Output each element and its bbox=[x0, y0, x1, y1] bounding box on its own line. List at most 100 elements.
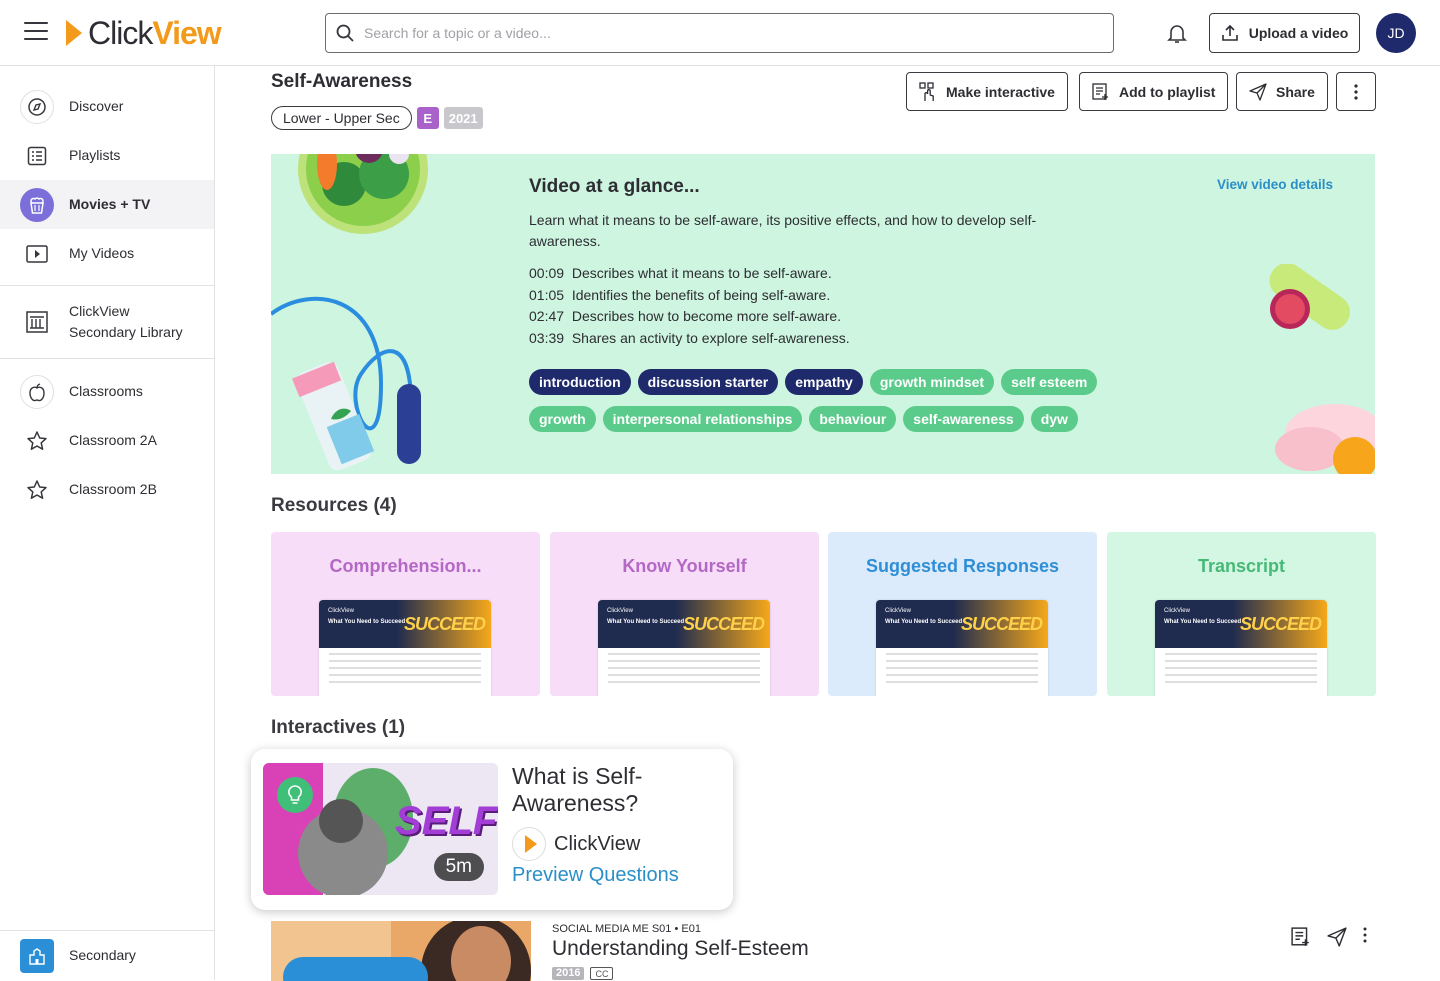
tag-chip[interactable]: self esteem bbox=[1001, 369, 1098, 395]
video-at-a-glance-panel: Video at a glance... View video details … bbox=[271, 154, 1375, 474]
school-icon bbox=[20, 938, 54, 973]
episode-actions bbox=[1291, 927, 1371, 947]
clickview-play-icon bbox=[512, 827, 546, 861]
bell-icon[interactable] bbox=[1165, 21, 1189, 45]
resource-card-comprehension[interactable]: Comprehension... ClickView What You Need … bbox=[271, 532, 540, 696]
more-vertical-icon bbox=[1354, 83, 1358, 100]
glance-heading: Video at a glance... bbox=[529, 176, 700, 197]
list-icon bbox=[20, 139, 54, 173]
year-badge: 2016 bbox=[552, 967, 585, 980]
sidebar-divider bbox=[0, 285, 214, 286]
tag-chip[interactable]: empathy bbox=[785, 369, 863, 395]
resource-card-know-yourself[interactable]: Know Yourself ClickView What You Need to … bbox=[550, 532, 819, 696]
interactive-brand: ClickView bbox=[512, 827, 640, 861]
tag-chip[interactable]: behaviour bbox=[809, 406, 897, 432]
skipping-rope-illustration bbox=[271, 296, 421, 471]
sidebar-item-my-videos[interactable]: My Videos bbox=[0, 229, 214, 278]
page-title: Self-Awareness bbox=[271, 71, 413, 92]
resource-card-suggested-responses[interactable]: Suggested Responses ClickView What You Ne… bbox=[828, 532, 1097, 696]
episode-meta: SOCIAL MEDIA ME S01 • E01 bbox=[552, 923, 701, 935]
chapter-item[interactable]: 00:09 Describes what it means to be self… bbox=[529, 263, 850, 285]
video-badges: Lower - Upper Sec E 2021 bbox=[271, 106, 483, 130]
library-icon bbox=[20, 305, 54, 339]
resource-title: Transcript bbox=[1197, 556, 1286, 576]
main-content: Self-Awareness Lower - Upper Sec E 2021 … bbox=[215, 66, 1440, 981]
chapter-item[interactable]: 03:39 Shares an activity to explore self… bbox=[529, 328, 850, 350]
interactives-heading: Interactives (1) bbox=[271, 717, 406, 738]
search-icon bbox=[336, 24, 354, 42]
upload-video-button[interactable]: Upload a video bbox=[1209, 13, 1360, 53]
resource-title: Know Yourself bbox=[622, 556, 747, 576]
view-video-details-link[interactable]: View video details bbox=[1217, 177, 1333, 192]
document-preview: ClickView What You Need to Succeed SUCCEED bbox=[319, 600, 491, 696]
avatar[interactable]: JD bbox=[1376, 13, 1416, 53]
tag-chip[interactable]: introduction bbox=[529, 369, 631, 395]
tag-row-1: introduction discussion starter empathy … bbox=[529, 369, 1098, 395]
episode-title[interactable]: Understanding Self-Esteem bbox=[552, 937, 809, 961]
interactive-thumbnail: SELF 5m bbox=[263, 763, 498, 895]
playlist-add-icon bbox=[1092, 82, 1108, 100]
more-vertical-icon[interactable] bbox=[1363, 927, 1371, 947]
search-input[interactable] bbox=[364, 25, 1113, 41]
episode-row[interactable]: SOCIAL MEDIA ME S01 • E01 Understanding … bbox=[271, 921, 1375, 981]
duration-badge: 5m bbox=[433, 853, 484, 881]
resource-title: Comprehension... bbox=[329, 556, 482, 576]
sidebar-item-label: Discover bbox=[69, 98, 124, 114]
episode-badges: 2016 CC bbox=[552, 967, 614, 980]
sidebar-item-secondary[interactable]: Secondary bbox=[0, 931, 214, 980]
sidebar-item-classroom-2b[interactable]: Classroom 2B bbox=[0, 465, 214, 514]
add-to-playlist-button[interactable]: Add to playlist bbox=[1079, 72, 1229, 111]
episode-thumbnail[interactable] bbox=[271, 921, 531, 981]
sidebar-item-movies-tv[interactable]: Movies + TV bbox=[0, 180, 214, 229]
upload-icon bbox=[1221, 24, 1238, 41]
send-icon[interactable] bbox=[1327, 927, 1347, 947]
resource-card-transcript[interactable]: Transcript ClickView What You Need to Suc… bbox=[1107, 532, 1376, 696]
sidebar-divider bbox=[0, 358, 214, 359]
rating-badge: E bbox=[416, 107, 439, 129]
send-icon bbox=[1249, 82, 1267, 101]
sidebar-item-label: ClickView Secondary Library bbox=[69, 303, 183, 340]
share-button[interactable]: Share bbox=[1236, 72, 1328, 111]
play-square-icon bbox=[20, 237, 54, 271]
sidebar-item-secondary-library[interactable]: ClickView Secondary Library bbox=[0, 296, 214, 348]
sidebar-item-classroom-2a[interactable]: Classroom 2A bbox=[0, 416, 214, 465]
star-icon bbox=[20, 473, 54, 507]
chapter-list: 00:09 Describes what it means to be self… bbox=[529, 263, 850, 349]
chapter-item[interactable]: 01:05 Identifies the benefits of being s… bbox=[529, 285, 850, 307]
popcorn-icon bbox=[20, 187, 54, 222]
tag-chip[interactable]: dyw bbox=[1030, 406, 1078, 432]
top-bar: ClickView Upload a video JD bbox=[0, 0, 1440, 66]
tag-row-2: growth interpersonal relationships behav… bbox=[529, 406, 1078, 432]
video-description: Learn what it means to be self-aware, it… bbox=[529, 212, 1037, 249]
document-preview: ClickView What You Need to Succeed SUCCEED bbox=[598, 600, 770, 696]
sidebar-item-discover[interactable]: Discover bbox=[0, 82, 214, 131]
tag-chip[interactable]: interpersonal relationships bbox=[602, 406, 803, 432]
tag-chip[interactable]: growth mindset bbox=[869, 369, 995, 395]
lightbulb-icon bbox=[277, 777, 313, 813]
search-bar[interactable] bbox=[325, 13, 1114, 53]
preview-questions-link[interactable]: Preview Questions bbox=[512, 864, 679, 887]
clickview-logo[interactable]: Click View bbox=[66, 15, 222, 51]
closed-captions-badge: CC bbox=[590, 967, 614, 980]
year-badge: 2021 bbox=[443, 107, 483, 129]
menu-icon[interactable] bbox=[24, 22, 48, 42]
sidebar-item-label: Playlists bbox=[69, 147, 121, 163]
flower-illustration bbox=[1269, 264, 1375, 474]
tag-chip[interactable]: self-awareness bbox=[903, 406, 1024, 432]
more-options-button[interactable] bbox=[1336, 72, 1376, 111]
playlist-add-icon[interactable] bbox=[1291, 927, 1311, 947]
chapter-item[interactable]: 02:47 Describes how to become more self-… bbox=[529, 306, 850, 328]
tag-chip[interactable]: discussion starter bbox=[637, 369, 779, 395]
sidebar-item-classrooms[interactable]: Classrooms bbox=[0, 367, 214, 416]
tag-chip[interactable]: growth bbox=[529, 406, 596, 432]
apple-icon bbox=[20, 374, 54, 409]
sidebar-item-label: Classroom 2A bbox=[69, 432, 157, 448]
sidebar-item-label: Classroom 2B bbox=[69, 481, 157, 497]
logo-play-icon bbox=[66, 20, 82, 46]
interactive-card[interactable]: SELF 5m What is Self-Awareness? ClickVie… bbox=[251, 749, 733, 910]
star-icon bbox=[20, 424, 54, 458]
sidebar: Discover Playlists Movies + TV My Videos… bbox=[0, 66, 215, 980]
make-interactive-button[interactable]: Make interactive bbox=[906, 72, 1068, 111]
interactive-title: What is Self-Awareness? bbox=[512, 763, 643, 816]
sidebar-item-playlists[interactable]: Playlists bbox=[0, 131, 214, 180]
